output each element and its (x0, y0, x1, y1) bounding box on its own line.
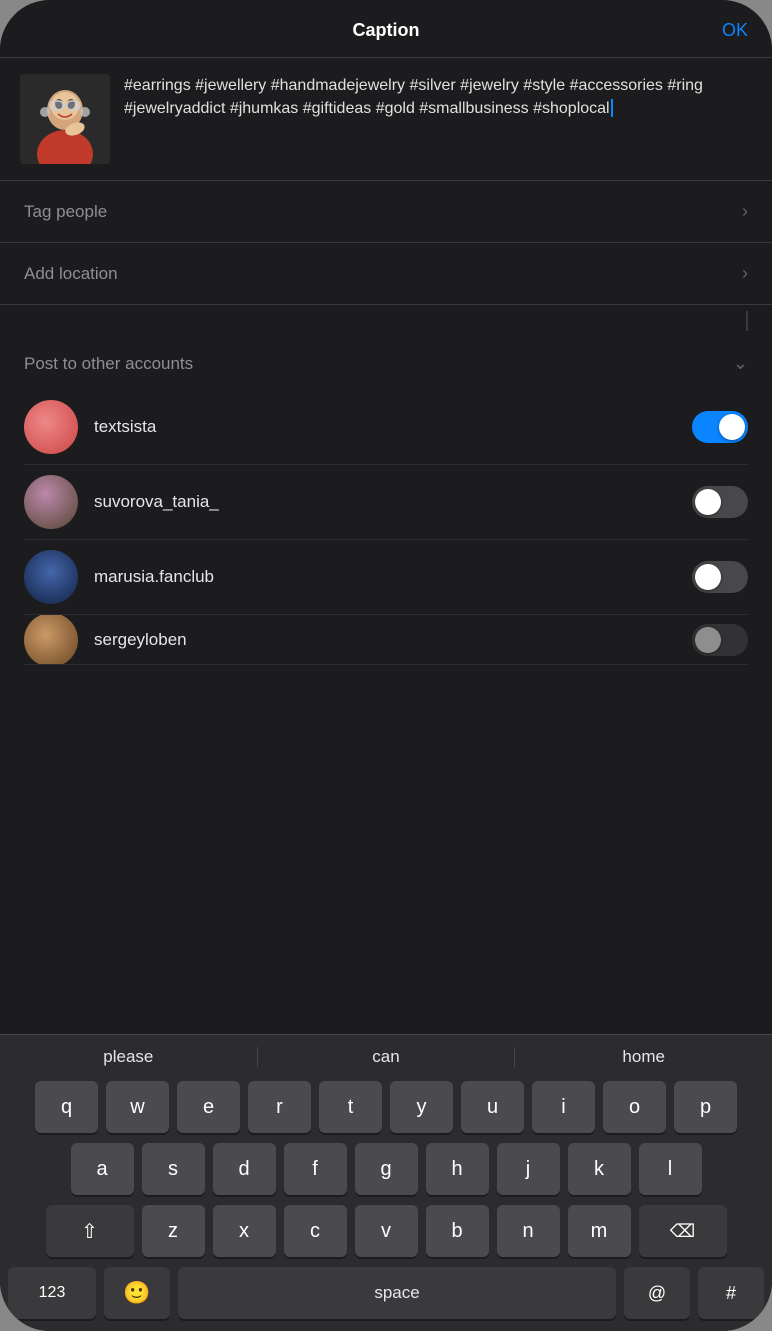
key-c[interactable]: c (284, 1205, 347, 1257)
post-thumbnail (20, 74, 110, 164)
caption-text[interactable]: #earrings #jewellery #handmadejewelry #s… (124, 74, 752, 164)
post-to-chevron[interactable]: ⌄ (733, 353, 748, 374)
key-h[interactable]: h (426, 1143, 489, 1195)
account-row: textsista (24, 390, 748, 465)
key-b[interactable]: b (426, 1205, 489, 1257)
add-location-label: Add location (24, 264, 118, 284)
account-toggle-sergey[interactable] (692, 624, 748, 656)
key-z[interactable]: z (142, 1205, 205, 1257)
key-l[interactable]: l (639, 1143, 702, 1195)
tag-people-chevron: › (742, 201, 748, 222)
caption-header: Caption OK (0, 0, 772, 58)
key-row-2: a s d f g h j k l (4, 1143, 768, 1195)
key-row-4: 123 🙂 space @ # (4, 1267, 768, 1327)
ok-button[interactable]: OK (722, 20, 748, 41)
caption-area: #earrings #jewellery #handmadejewelry #s… (0, 58, 772, 181)
account-toggle-textsista[interactable] (692, 411, 748, 443)
key-y[interactable]: y (390, 1081, 453, 1133)
predictive-word-2[interactable]: can (258, 1047, 515, 1067)
key-e[interactable]: e (177, 1081, 240, 1133)
key-row-1: q w e r t y u i o p (4, 1081, 768, 1133)
avatar (24, 615, 78, 665)
key-a[interactable]: a (71, 1143, 134, 1195)
account-name: marusia.fanclub (94, 567, 692, 587)
key-o[interactable]: o (603, 1081, 666, 1133)
key-v[interactable]: v (355, 1205, 418, 1257)
header-title: Caption (353, 20, 420, 41)
key-t[interactable]: t (319, 1081, 382, 1133)
tag-people-label: Tag people (24, 202, 107, 222)
key-u[interactable]: u (461, 1081, 524, 1133)
text-cursor (611, 99, 613, 117)
shift-icon: ⇧ (81, 1219, 98, 1244)
key-p[interactable]: p (674, 1081, 737, 1133)
predictive-word-3[interactable]: home (515, 1047, 772, 1067)
hash-key[interactable]: # (698, 1267, 764, 1319)
avatar (24, 550, 78, 604)
account-name: suvorova_tania_ (94, 492, 692, 512)
account-name: textsista (94, 417, 692, 437)
shift-key[interactable]: ⇧ (46, 1205, 134, 1257)
post-to-section: Post to other accounts ⌄ textsista suvor… (0, 337, 772, 675)
backspace-key[interactable]: ⌫ (639, 1205, 727, 1257)
predictive-bar: please can home (0, 1034, 772, 1075)
avatar (24, 475, 78, 529)
account-toggle-suvorova[interactable] (692, 486, 748, 518)
key-g[interactable]: g (355, 1143, 418, 1195)
avatar (24, 400, 78, 454)
keyboard: please can home q w e r t y u i o p (0, 1034, 772, 1331)
post-to-header: Post to other accounts ⌄ (24, 353, 748, 374)
keyboard-rows: q w e r t y u i o p a s d f g h j k (0, 1075, 772, 1331)
key-k[interactable]: k (568, 1143, 631, 1195)
post-to-label: Post to other accounts (24, 354, 193, 374)
key-q[interactable]: q (35, 1081, 98, 1133)
predictive-word-1[interactable]: please (0, 1047, 257, 1067)
account-name: sergeyloben (94, 630, 692, 650)
key-f[interactable]: f (284, 1143, 347, 1195)
account-toggle-marusia[interactable] (692, 561, 748, 593)
key-row-3: ⇧ z x c v b n m ⌫ (4, 1205, 768, 1257)
number-key[interactable]: 123 (8, 1267, 96, 1319)
key-m[interactable]: m (568, 1205, 631, 1257)
add-location-chevron: › (742, 263, 748, 284)
phone-shell: Caption OK (0, 0, 772, 1331)
tag-people-row[interactable]: Tag people › (0, 181, 772, 243)
account-row: suvorova_tania_ (24, 465, 748, 540)
emoji-key[interactable]: 🙂 (104, 1267, 170, 1319)
key-i[interactable]: i (532, 1081, 595, 1133)
space-key[interactable]: space (178, 1267, 616, 1319)
key-j[interactable]: j (497, 1143, 560, 1195)
vertical-line-indicator (0, 305, 772, 337)
account-row: marusia.fanclub (24, 540, 748, 615)
key-s[interactable]: s (142, 1143, 205, 1195)
key-n[interactable]: n (497, 1205, 560, 1257)
backspace-icon: ⌫ (670, 1221, 695, 1242)
key-r[interactable]: r (248, 1081, 311, 1133)
key-d[interactable]: d (213, 1143, 276, 1195)
account-row: sergeyloben (24, 615, 748, 665)
add-location-row[interactable]: Add location › (0, 243, 772, 305)
key-w[interactable]: w (106, 1081, 169, 1133)
at-key[interactable]: @ (624, 1267, 690, 1319)
key-x[interactable]: x (213, 1205, 276, 1257)
